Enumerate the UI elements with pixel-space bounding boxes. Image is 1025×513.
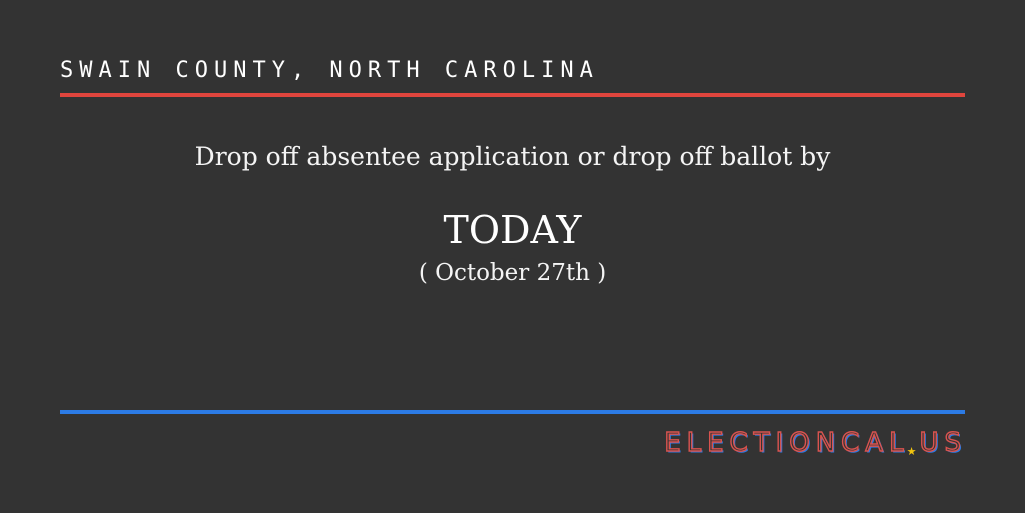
- star-icon: ★: [906, 445, 917, 458]
- bottom-divider: [60, 410, 965, 414]
- county-title: SWAIN COUNTY, NORTH CAROLINA: [60, 58, 599, 83]
- brand-logo: ELECTIONCAL★ US: [663, 427, 967, 458]
- deadline-word: TODAY: [443, 208, 582, 252]
- brand-name-part1: ELECTIONCAL: [663, 427, 910, 458]
- top-divider: [60, 93, 965, 97]
- instruction-text: Drop off absentee application or drop of…: [194, 142, 831, 171]
- brand-name-part2: US: [919, 427, 967, 458]
- election-card: SWAIN COUNTY, NORTH CAROLINA Drop off ab…: [0, 0, 1025, 513]
- deadline-date: ( October 27th ): [418, 260, 607, 286]
